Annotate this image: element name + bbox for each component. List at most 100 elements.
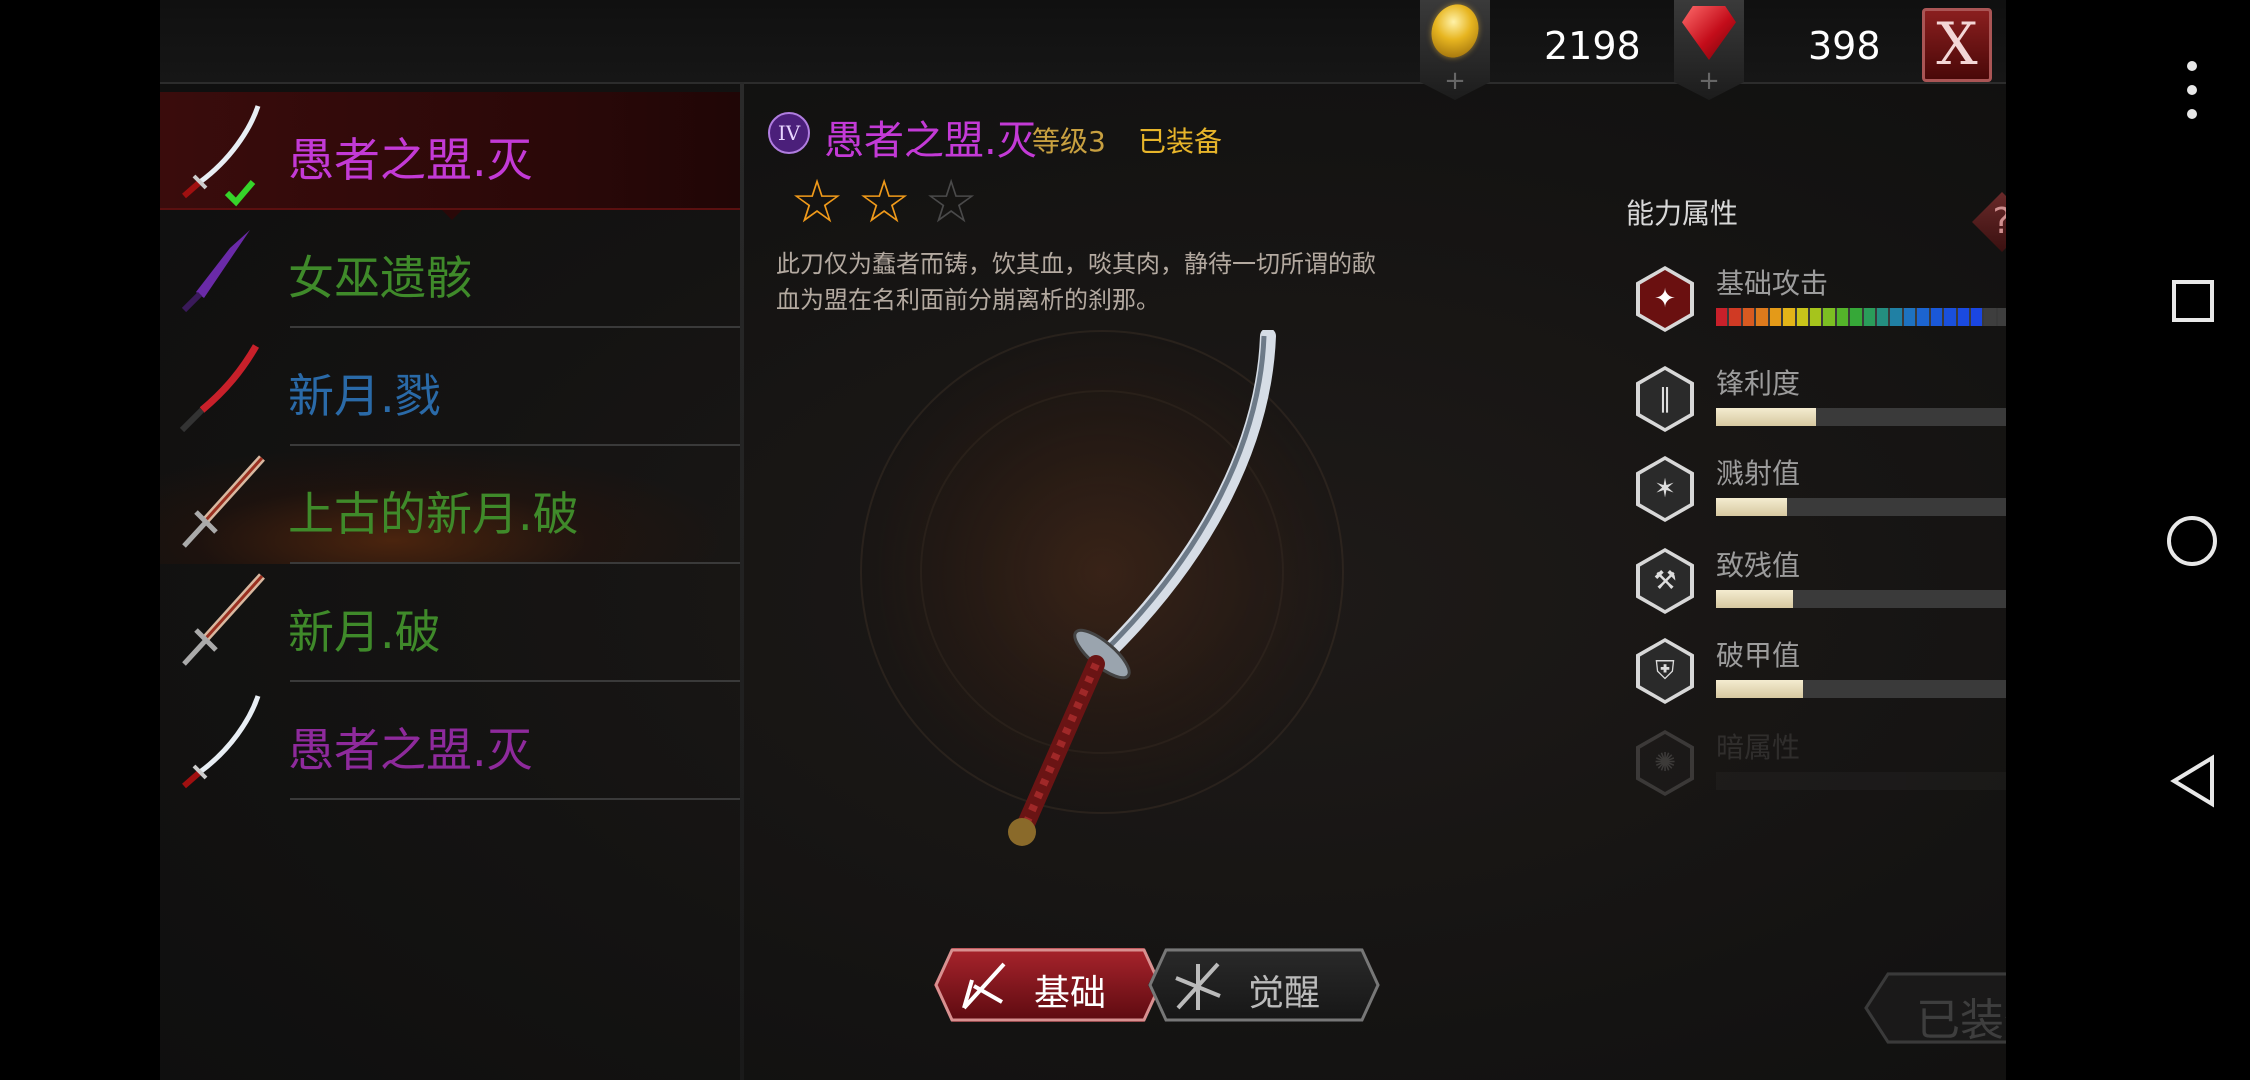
stat-row-cripple: ⚒ 致残值 62 (1636, 544, 2006, 624)
equipped-status: 已装备 (1138, 125, 1223, 158)
stat-row-splash: ✶ 溅射值 57 (1636, 452, 2006, 532)
dagger-icon (181, 230, 250, 313)
stat-bar-segment (1863, 308, 1876, 326)
stat-bar-fill (1716, 408, 1816, 426)
katana-icon (182, 695, 261, 789)
stat-bar (1716, 772, 2006, 790)
coin-badge[interactable]: + (1420, 0, 1490, 100)
stat-name: 溅射值 (1716, 457, 1801, 490)
stat-bar-fill (1716, 680, 1803, 698)
stat-bar-segment (1903, 308, 1916, 326)
coin-count: 2198 (1544, 24, 1641, 68)
stat-bar (1716, 680, 2006, 698)
weapon-name: 新月.破 (288, 605, 441, 659)
stat-bar-segment (1836, 308, 1849, 326)
stat-name: 破甲值 (1716, 639, 1801, 672)
star-empty-icon: ☆ (924, 167, 979, 237)
stat-bar-segment (1877, 308, 1889, 326)
attack-icon: ✦ (1636, 266, 1694, 332)
stat-row-dark-element: ✺ 暗属性 00 (1636, 726, 2006, 806)
help-icon[interactable]: ? (1972, 192, 2006, 252)
sword-icon (182, 455, 265, 548)
weapon-name: 新月.戮 (288, 369, 441, 423)
gem-count: 398 (1808, 24, 1881, 68)
stat-bar-fill (1716, 498, 1787, 516)
weapon-list-item[interactable]: 愚者之盟.灭 (160, 682, 740, 800)
stat-name: 基础攻击 (1716, 267, 1829, 300)
weapon-name: 女巫遗骸 (288, 251, 472, 305)
stat-bar-fill (1716, 590, 1794, 608)
stat-bar-segment (1890, 308, 1902, 326)
equip-button-border (1864, 972, 2006, 1044)
stat-bar-segment (1917, 308, 1929, 326)
armor-break-icon: ⛨ (1636, 638, 1694, 704)
stat-row-armor-break: ⛨ 破甲值 67 (1636, 634, 2006, 714)
weapon-name: 愚者之盟.灭 (288, 133, 533, 187)
sharpness-icon: ∥ (1636, 366, 1694, 432)
gem-badge[interactable]: + (1674, 0, 1744, 100)
stat-row-sharpness: ∥ 锋利度 79 (1636, 362, 2006, 442)
sword-icon (182, 573, 265, 666)
stat-name: 锋利度 (1716, 367, 1801, 400)
back-icon[interactable] (2006, 754, 2250, 808)
weapon-preview-image (1008, 330, 1276, 846)
stat-bar-segment (1944, 308, 1956, 326)
attributes-title: 能力属性 (1626, 197, 1739, 230)
weapon-list-item[interactable]: 上古的新月.破 (160, 446, 740, 564)
star-filled-icon: ☆ (857, 167, 911, 237)
system-nav-bar (2006, 0, 2250, 1080)
cripple-icon: ⚒ (1636, 548, 1694, 614)
stat-name: 致残值 (1716, 549, 1801, 582)
weapon-title: 愚者之盟.灭 (824, 118, 1037, 164)
stat-bar-segment (1930, 308, 1943, 326)
stat-bar-segment (1729, 308, 1741, 326)
divider (290, 798, 740, 800)
more-options-icon[interactable] (2006, 58, 2250, 122)
stat-bar-segment (1769, 308, 1782, 326)
weapon-list-item[interactable]: 新月.戮 (160, 328, 740, 446)
stat-bar-segment (1716, 308, 1728, 326)
tab-basic-border (934, 948, 1162, 1022)
stat-bar-segment (1850, 308, 1862, 326)
weapon-list-item[interactable]: 新月.破 (160, 564, 740, 682)
weapon-name: 上古的新月.破 (288, 487, 579, 541)
weapon-list-item[interactable]: 女巫遗骸 (160, 210, 740, 328)
close-button[interactable]: X (1922, 8, 1992, 82)
coin-icon (1424, 0, 1486, 65)
dark-element-icon: ✺ (1636, 730, 1694, 796)
recent-apps-icon[interactable] (2006, 278, 2250, 326)
stat-row-attack: ✦ 基础攻击 409 (1636, 262, 2006, 342)
stat-bar (1716, 308, 2006, 326)
star-rating: ☆ ☆ ☆ (786, 172, 982, 232)
stat-bar-fill (1716, 308, 2006, 326)
stat-bar-segment (1971, 308, 1983, 326)
tab-awaken-border (1148, 948, 1380, 1022)
stat-name: 暗属性 (1716, 731, 1801, 764)
game-screen: + 2198 + 398 X 愚者之盟.灭 女巫遗骸 新月.戮 上古的新月.破 … (160, 0, 2006, 1080)
weapon-level: 等级3 (1032, 125, 1106, 158)
stat-bar-segment (1783, 308, 1795, 326)
stat-bar-segment (1742, 308, 1755, 326)
stat-bar-segment (1756, 308, 1768, 326)
stat-bar-segment (1957, 308, 1970, 326)
rank-badge-icon: IV (768, 112, 810, 154)
equipped-check-icon (224, 180, 256, 207)
weapon-list-item[interactable]: 愚者之盟.灭 (160, 92, 740, 220)
top-bar: + 2198 + 398 X (160, 0, 2006, 100)
stat-bar-segment (1823, 308, 1835, 326)
add-gems-icon[interactable]: + (1674, 68, 1744, 94)
stat-bar-segment (1796, 308, 1808, 326)
stat-bar (1716, 498, 2006, 516)
panel-divider (740, 82, 744, 1080)
home-icon[interactable] (2006, 514, 2250, 568)
weapon-name: 愚者之盟.灭 (288, 723, 533, 777)
weapon-list: 愚者之盟.灭 女巫遗骸 新月.戮 上古的新月.破 新月.破 愚者之盟.灭 (160, 92, 740, 800)
stat-bar-segment (1997, 308, 2006, 326)
add-coins-icon[interactable]: + (1420, 68, 1490, 94)
weapon-description: 此刀仅为蠢者而铸，饮其血，啖其肉，静待一切所谓的歃血为盟在名利面前分崩离析的刹那… (776, 250, 1376, 314)
stat-bar-segment (1984, 308, 1996, 326)
star-filled-icon: ☆ (790, 167, 844, 237)
splash-icon: ✶ (1636, 456, 1694, 522)
gem-icon (1682, 6, 1736, 60)
stat-bar (1716, 590, 2006, 608)
